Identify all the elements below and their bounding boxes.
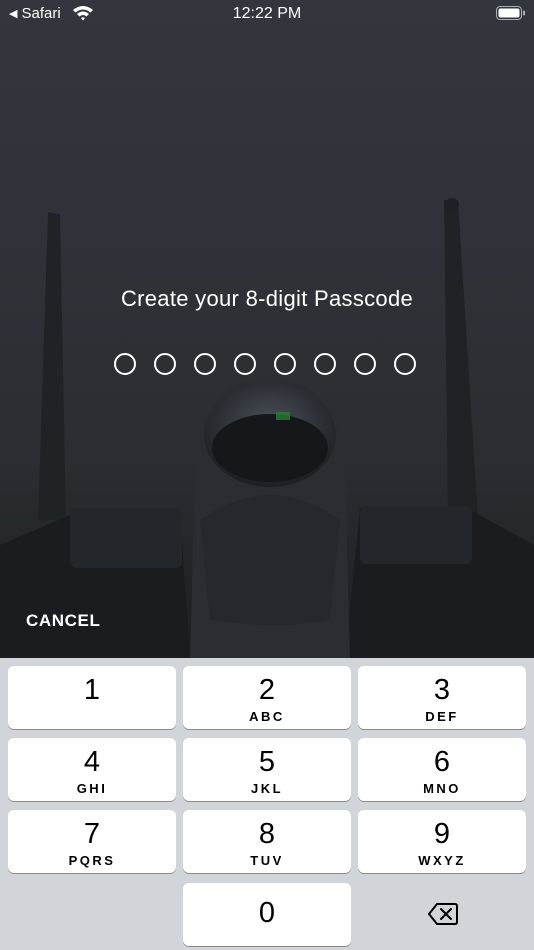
key-1[interactable]: 1 bbox=[8, 666, 176, 729]
key-digit: 1 bbox=[83, 674, 101, 706]
key-9[interactable]: 9 WXYZ bbox=[358, 810, 526, 873]
status-bar: ◀ Safari 12:22 PM bbox=[0, 0, 534, 28]
battery-icon bbox=[496, 6, 525, 20]
key-digit: 0 bbox=[258, 897, 276, 929]
passcode-dot bbox=[354, 353, 376, 375]
passcode-title: Create your 8-digit Passcode bbox=[120, 286, 414, 311]
key-digit: 6 bbox=[433, 746, 451, 778]
passcode-dot bbox=[314, 353, 336, 375]
passcode-screen: ◀ Safari 12:22 PM Create your 8-digit Pa… bbox=[0, 0, 534, 658]
key-4[interactable]: 4 GHI bbox=[8, 738, 176, 801]
cancel-button[interactable]: CANCEL bbox=[26, 611, 100, 631]
key-letters: GHI bbox=[76, 781, 108, 796]
key-2[interactable]: 2 ABC bbox=[183, 666, 351, 729]
status-time: 12:22 PM bbox=[232, 5, 302, 22]
key-digit: 7 bbox=[83, 818, 101, 850]
key-letters: DEF bbox=[425, 709, 459, 724]
key-letters: TUV bbox=[250, 853, 284, 868]
key-digit: 5 bbox=[258, 746, 276, 778]
passcode-dot bbox=[114, 353, 136, 375]
key-6[interactable]: 6 MNO bbox=[358, 738, 526, 801]
key-letters: PQRS bbox=[68, 853, 116, 868]
key-3[interactable]: 3 DEF bbox=[358, 666, 526, 729]
key-letters: MNO bbox=[423, 781, 461, 796]
delete-key[interactable] bbox=[358, 883, 526, 946]
key-digit: 4 bbox=[83, 746, 101, 778]
key-digit: 9 bbox=[433, 818, 451, 850]
passcode-dot bbox=[154, 353, 176, 375]
key-digit: 2 bbox=[258, 674, 276, 706]
key-digit: 8 bbox=[258, 818, 276, 850]
key-digit: 3 bbox=[433, 674, 451, 706]
backspace-icon bbox=[428, 903, 458, 925]
key-8[interactable]: 8 TUV bbox=[183, 810, 351, 873]
passcode-dot bbox=[274, 353, 296, 375]
key-0[interactable]: 0 bbox=[183, 883, 351, 946]
passcode-dot bbox=[234, 353, 256, 375]
key-letters: ABC bbox=[249, 709, 285, 724]
passcode-dots bbox=[114, 353, 424, 381]
key-letters: WXYZ bbox=[418, 853, 466, 868]
key-5[interactable]: 5 JKL bbox=[183, 738, 351, 801]
fighter-jet-background-image bbox=[0, 198, 534, 658]
passcode-dot bbox=[194, 353, 216, 375]
key-letters: JKL bbox=[250, 781, 284, 796]
key-7[interactable]: 7 PQRS bbox=[8, 810, 176, 873]
passcode-dot bbox=[394, 353, 416, 375]
